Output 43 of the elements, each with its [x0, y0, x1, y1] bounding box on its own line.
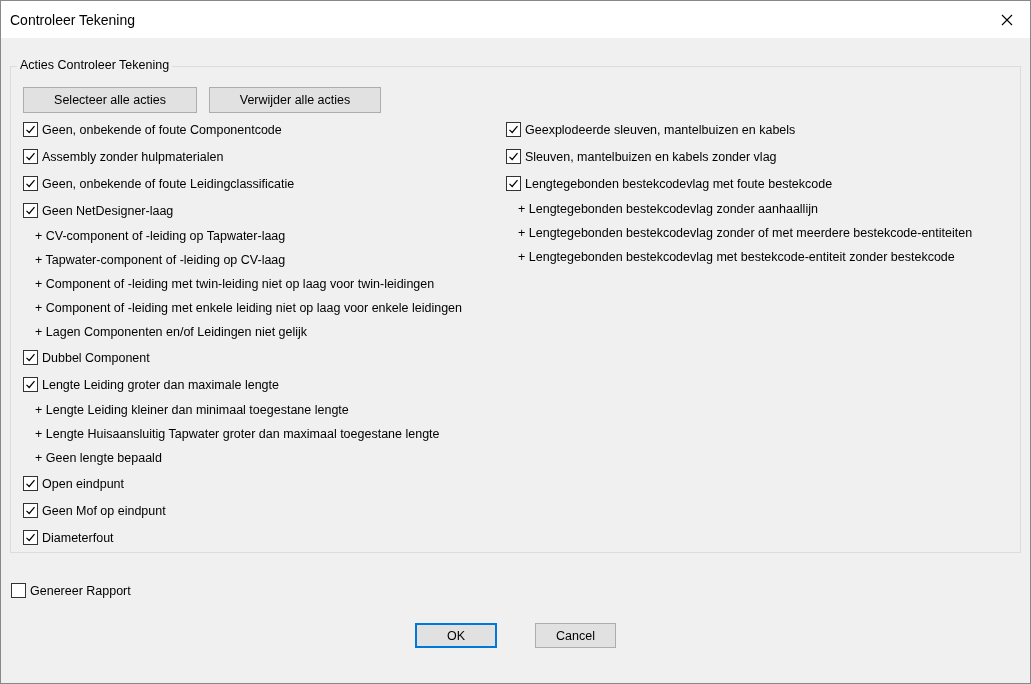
checkbox[interactable]: [506, 122, 521, 137]
checkbox-label[interactable]: Dubbel Component: [42, 350, 150, 365]
checkbox[interactable]: [23, 176, 38, 191]
checkbox[interactable]: [23, 476, 38, 491]
checkbox-label[interactable]: Geen Mof op eindpunt: [42, 503, 166, 518]
sub-action-text: + Lengte Huisaansluitig Tapwater groter dan maximaal toegestane lengte: [35, 427, 440, 441]
sub-action-text: + CV-component of -leiding op Tapwater-laag: [35, 229, 286, 243]
sub-action-text: + Lengtegebonden bestekcodevlag zonder of met meerdere bestekcode-entiteiten: [518, 226, 973, 240]
cancel-button[interactable]: Cancel: [535, 623, 616, 648]
checkbox[interactable]: [23, 149, 38, 164]
action-button[interactable]: Verwijder alle acties: [209, 87, 381, 113]
checkbox[interactable]: [23, 530, 38, 545]
sub-action-text: + Lengte Leiding kleiner dan minimaal toegestane lengte: [35, 403, 349, 417]
checkbox[interactable]: [23, 203, 38, 218]
sub-action-text: + Lagen Componenten en/of Leidingen niet gelijk: [35, 325, 308, 339]
group-title: Acties Controleer Tekening: [17, 58, 173, 72]
checkbox-label[interactable]: Sleuven, mantelbuizen en kabels zonder vlag: [525, 149, 777, 164]
checkbox-label[interactable]: Genereer Rapport: [30, 583, 131, 598]
sub-action-text: + Geen lengte bepaald: [35, 451, 162, 465]
checkbox-label[interactable]: Lengtegebonden bestekcodevlag met foute bestekcode: [525, 176, 833, 191]
checkbox[interactable]: [506, 149, 521, 164]
checkbox[interactable]: [23, 377, 38, 392]
checkbox-label[interactable]: Geen, onbekende of foute Leidingclassificatie: [42, 176, 295, 191]
action-button[interactable]: Selecteer alle acties: [23, 87, 197, 113]
checkbox[interactable]: [11, 583, 26, 598]
checkbox[interactable]: [23, 122, 38, 137]
sub-action-text: + Component of -leiding met enkele leiding niet op laag voor enkele leidingen: [35, 301, 463, 315]
checkbox[interactable]: [23, 503, 38, 518]
checkbox-label[interactable]: Geen NetDesigner-laag: [42, 203, 174, 218]
ok-button[interactable]: OK: [415, 623, 497, 648]
checkbox-label[interactable]: Lengte Leiding groter dan maximale lengte: [42, 377, 279, 392]
checkbox-label[interactable]: Geexplodeerde sleuven, mantelbuizen en kabels: [525, 122, 796, 137]
sub-action-text: + Lengtegebonden bestekcodevlag zonder aanhaallijn: [518, 202, 818, 216]
sub-action-text: + Component of -leiding met twin-leiding niet op laag voor twin-leidingen: [35, 277, 435, 291]
checkbox-label[interactable]: Open eindpunt: [42, 476, 124, 491]
checkbox[interactable]: [506, 176, 521, 191]
checkbox-label[interactable]: Diameterfout: [42, 530, 114, 545]
checkbox[interactable]: [23, 350, 38, 365]
checkbox-label[interactable]: Assembly zonder hulpmaterialen: [42, 149, 224, 164]
checkbox-label[interactable]: Geen, onbekende of foute Componentcode: [42, 122, 282, 137]
window-title: Controleer Tekening: [10, 11, 136, 28]
sub-action-text: + Lengtegebonden bestekcodevlag met bestekcode-entiteit zonder bestekcode: [518, 250, 955, 264]
sub-action-text: + Tapwater-component of -leiding op CV-laag: [35, 253, 286, 267]
